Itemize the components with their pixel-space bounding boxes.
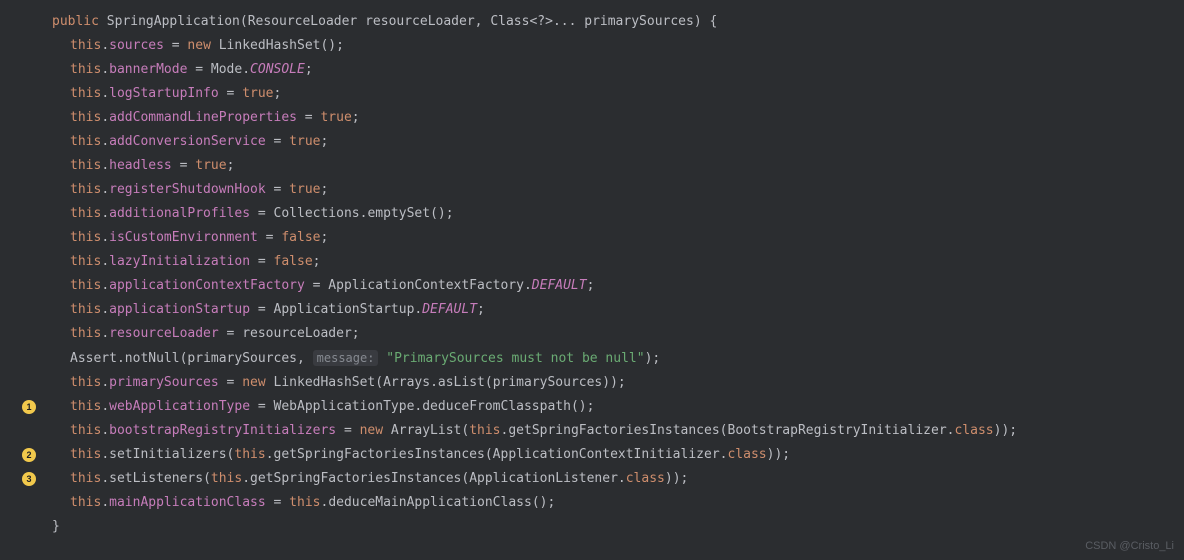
code-line: this.resourceLoader = resourceLoader; — [0, 322, 1184, 346]
code-line: this.applicationContextFactory = Applica… — [0, 274, 1184, 298]
code-line: Assert.notNull(primarySources, message: … — [0, 346, 1184, 371]
gutter-marker[interactable]: 2 — [20, 448, 38, 462]
code-line: this.addConversionService = true; — [0, 130, 1184, 154]
code-line: this.bootstrapRegistryInitializers = new… — [0, 419, 1184, 443]
code-line: } — [0, 515, 1184, 539]
parameter-hint: message: — [313, 350, 379, 366]
code-line: this.mainApplicationClass = this.deduceM… — [0, 491, 1184, 515]
code-line: this.isCustomEnvironment = false; — [0, 226, 1184, 250]
code-line: this.bannerMode = Mode.CONSOLE; — [0, 58, 1184, 82]
gutter-marker[interactable]: 1 — [20, 400, 38, 414]
code-line: this.applicationStartup = ApplicationSta… — [0, 298, 1184, 322]
watermark: CSDN @Cristo_Li — [1085, 534, 1174, 558]
code-line: 1 this.webApplicationType = WebApplicati… — [0, 395, 1184, 419]
code-line: this.primarySources = new LinkedHashSet(… — [0, 371, 1184, 395]
code-line: this.addCommandLineProperties = true; — [0, 106, 1184, 130]
code-line: 2 this.setInitializers(this.getSpringFac… — [0, 443, 1184, 467]
code-editor[interactable]: public SpringApplication(ResourceLoader … — [0, 10, 1184, 539]
code-line: this.logStartupInfo = true; — [0, 82, 1184, 106]
code-line: this.additionalProfiles = Collections.em… — [0, 202, 1184, 226]
code-line: this.headless = true; — [0, 154, 1184, 178]
code-line: this.registerShutdownHook = true; — [0, 178, 1184, 202]
code-line: this.sources = new LinkedHashSet(); — [0, 34, 1184, 58]
code-line: this.lazyInitialization = false; — [0, 250, 1184, 274]
gutter-marker[interactable]: 3 — [20, 472, 38, 486]
code-line: 3 this.setListeners(this.getSpringFactor… — [0, 467, 1184, 491]
code-line: public SpringApplication(ResourceLoader … — [0, 10, 1184, 34]
